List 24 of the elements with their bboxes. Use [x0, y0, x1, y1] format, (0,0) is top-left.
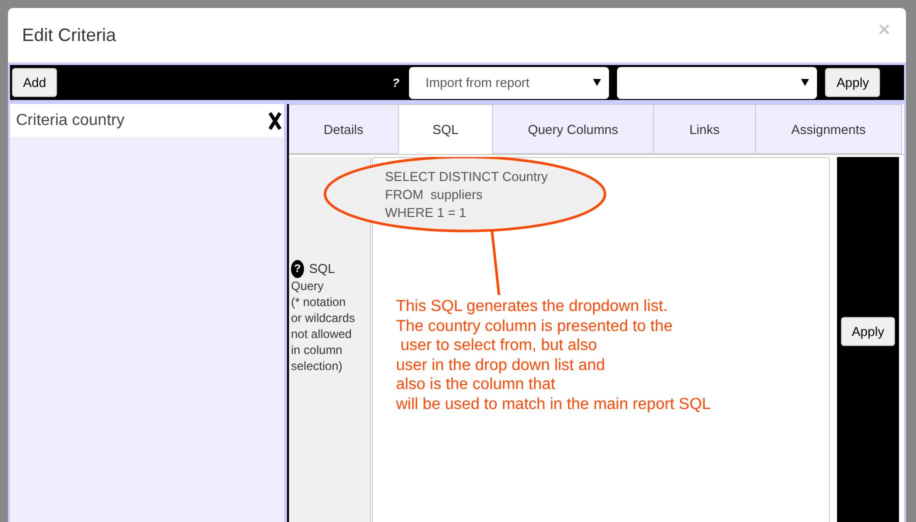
sql-text: SELECT DISTINCT Country FROM suppliers WHERE 1 = 1 — [385, 168, 548, 222]
field-label: SQL — [309, 261, 336, 276]
criteria-item[interactable]: Criteria country — [10, 104, 284, 137]
apply-button[interactable]: Apply — [840, 317, 896, 346]
delete-icon[interactable] — [268, 110, 282, 130]
tab[interactable]: Assignments — [756, 104, 902, 154]
leader-line — [490, 230, 500, 296]
tab[interactable]: SQL — [399, 104, 493, 154]
caret-icon — [801, 79, 810, 86]
tab[interactable]: Links — [654, 104, 756, 154]
apply-button[interactable]: Apply — [825, 68, 880, 97]
add-button[interactable]: Add — [12, 68, 58, 97]
tab[interactable]: Details — [289, 104, 399, 154]
annotation-text: This SQL generates the dropdown list. The country column is presented to the user to select from, but also user in the drop down list and also is the column that will be used to match in the main report SQL — [396, 297, 711, 414]
sql-field[interactable] — [372, 157, 830, 522]
report-select[interactable] — [617, 66, 818, 98]
field-hint: Query (* notation or wildcards not allowed in column selection) — [291, 278, 356, 374]
criteria-label: Criteria country — [16, 112, 124, 130]
tab[interactable]: Query Columns — [493, 104, 654, 154]
help-icon[interactable]: ? — [291, 260, 304, 278]
import-select[interactable]: Import from report — [409, 66, 610, 98]
dialog-title: Edit Criteria — [22, 24, 116, 46]
caret-icon — [593, 79, 602, 86]
help-link[interactable]: ? — [392, 76, 400, 90]
